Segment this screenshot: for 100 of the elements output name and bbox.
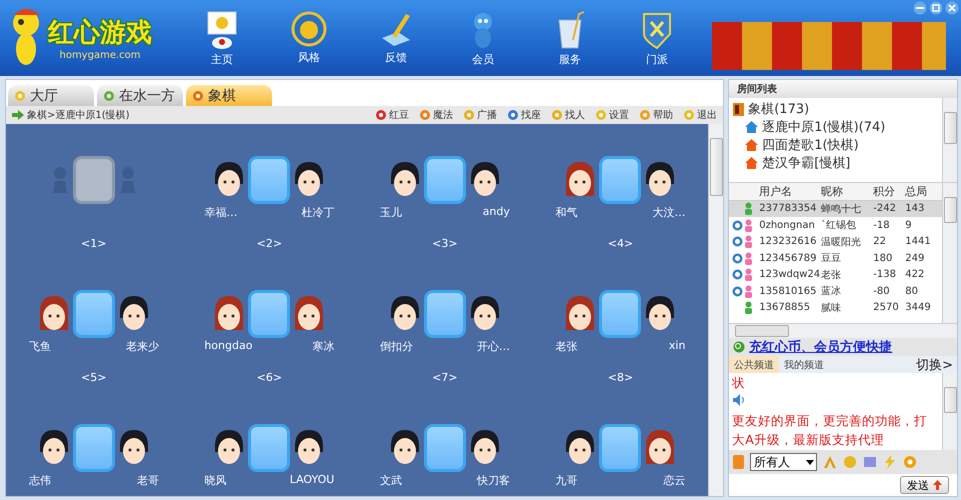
game-table[interactable] <box>248 424 290 472</box>
tree-item[interactable]: 象棋(173) <box>733 100 938 118</box>
table-number: <6> <box>256 371 282 384</box>
player-name: andy <box>482 205 510 219</box>
tab[interactable]: 在水一方 <box>97 85 183 106</box>
user-row[interactable]: 135810165 蓝冰 -80 80 <box>729 283 942 300</box>
game-table[interactable] <box>424 424 466 472</box>
badge-icon <box>291 10 327 48</box>
table-cell-text: 13678855 <box>759 302 812 314</box>
nav-button[interactable]: 门派 <box>631 10 683 66</box>
scrollbar[interactable] <box>708 124 724 496</box>
scrollbar[interactable] <box>729 323 957 338</box>
table-cell-text: 9 <box>905 220 913 231</box>
game-table[interactable] <box>248 156 290 204</box>
game-table[interactable] <box>72 424 115 472</box>
user-row[interactable]: 123232616 温暖阳光 22 1441 <box>729 234 942 250</box>
panel-title: 房间列表 <box>729 80 957 98</box>
game-table[interactable] <box>72 290 115 338</box>
player-name: 玉儿 <box>380 205 402 219</box>
player-name: 老哥 <box>136 473 159 487</box>
book-icon <box>733 455 744 469</box>
toolbar-button[interactable]: 红豆 <box>375 108 410 122</box>
table-cell-text: 温暖阳光 <box>821 236 862 249</box>
user-row[interactable]: 237783354 蝉鸣十七 -242 143 <box>729 200 942 217</box>
toolbar-button[interactable]: 广播 <box>463 108 498 122</box>
column-header: 积分 <box>873 184 896 199</box>
maximize-icon[interactable] <box>929 1 943 15</box>
game-table[interactable] <box>72 156 115 204</box>
table-cell-text: -18 <box>873 220 891 231</box>
user-row[interactable]: 123456789 豆豆 180 249 <box>729 250 942 266</box>
table-cell-text: 蝉鸣十七 <box>821 202 862 216</box>
game-table[interactable] <box>599 424 642 472</box>
channel-tab[interactable]: 我的频道 <box>779 356 830 373</box>
user-row[interactable]: 123wdqw24老张 -138 422 <box>729 266 942 283</box>
table-cell-text: 3449 <box>905 302 932 314</box>
user-row[interactable]: 13678855 腻味 2570 3449 <box>729 300 942 316</box>
tab[interactable]: 大厅 <box>8 85 94 106</box>
status-icon <box>732 268 754 282</box>
nav-button[interactable]: 风格 <box>283 10 335 66</box>
send-button[interactable]: 发送 <box>900 476 949 494</box>
table-cell-text: 蓝冰 <box>821 284 842 298</box>
image-icon[interactable] <box>863 455 878 469</box>
player-name: 九哥 <box>555 473 578 487</box>
status-icon <box>732 218 754 232</box>
table-cell-text: 22 <box>873 236 887 248</box>
toolbar-button[interactable]: 找人 <box>551 108 586 122</box>
player-name: 和气 <box>555 205 578 219</box>
game-table[interactable] <box>599 156 642 204</box>
table-number: <5> <box>81 371 106 384</box>
tree-item[interactable]: 逐鹿中原1(慢棋)(74) <box>733 118 938 136</box>
player-name: 开心… <box>476 339 510 353</box>
recipient-dropdown[interactable]: 所有人 <box>750 453 818 471</box>
status-icon <box>732 252 754 265</box>
column-header: 总局 <box>905 184 928 199</box>
speaker-icon <box>732 393 746 407</box>
nav-button[interactable]: 服务 <box>544 10 596 66</box>
table-cell-text: 135810165 <box>759 286 818 297</box>
table-cell-text: 123456789 <box>759 252 818 264</box>
nav-button[interactable]: 会员 <box>457 10 509 66</box>
toolbar-button[interactable]: 帮助 <box>639 108 674 122</box>
channel-tab[interactable]: 公共频道 <box>729 356 780 373</box>
game-table[interactable] <box>599 290 642 338</box>
toolbar-button[interactable]: 魔法 <box>419 108 454 122</box>
game-table[interactable] <box>424 156 466 204</box>
tab[interactable]: 象棋 <box>186 85 272 106</box>
table-cell-text: 123wdqw24 <box>759 269 821 280</box>
scrollbar[interactable] <box>942 98 957 182</box>
scrollbar[interactable] <box>942 183 957 323</box>
table-cell-text: `红锡包 <box>821 219 858 232</box>
toolbar-button[interactable]: 退出 <box>683 108 718 122</box>
toolbar-button[interactable]: 设置 <box>595 108 630 122</box>
player-name: 老来少 <box>126 339 159 353</box>
game-table[interactable] <box>424 290 466 338</box>
player-name: 寒冰 <box>312 339 334 353</box>
logo-site: homygame.com <box>59 50 141 61</box>
player-name: xin <box>668 339 686 353</box>
status-icon <box>732 235 754 248</box>
table-number: <1> <box>81 237 106 250</box>
table-cell-text: 422 <box>905 269 926 280</box>
table-cell-text: 249 <box>905 252 926 264</box>
tree-item[interactable]: 四面楚歌1(快棋) <box>733 136 938 154</box>
table-cell-text: -242 <box>873 203 897 214</box>
switch-link[interactable]: 切换> <box>916 356 957 374</box>
game-table[interactable] <box>248 290 290 338</box>
player-name: 大汶… <box>652 205 686 219</box>
player-name: LAOYOU <box>290 473 334 487</box>
nav-button[interactable]: 反馈 <box>370 10 422 66</box>
monitor-icon <box>205 10 239 50</box>
nav-button[interactable]: 主页 <box>196 10 248 66</box>
player-name: 飞鱼 <box>28 339 51 353</box>
minimize-icon[interactable] <box>913 1 927 15</box>
toolbar-button[interactable]: 找座 <box>507 108 542 122</box>
close-icon[interactable] <box>945 1 959 15</box>
table-cell-text: 0zhongnan <box>759 220 816 231</box>
scrollbar[interactable] <box>942 373 957 450</box>
table-cell-text: 腻味 <box>821 302 842 315</box>
user-row[interactable]: 0zhongnan `红锡包 -18 9 <box>729 217 942 234</box>
font-icon[interactable] <box>823 455 838 469</box>
tree-item[interactable]: 楚汉争霸[慢棋] <box>733 154 938 172</box>
promo-link[interactable]: 充红心币、会员方便快捷 <box>729 338 957 356</box>
